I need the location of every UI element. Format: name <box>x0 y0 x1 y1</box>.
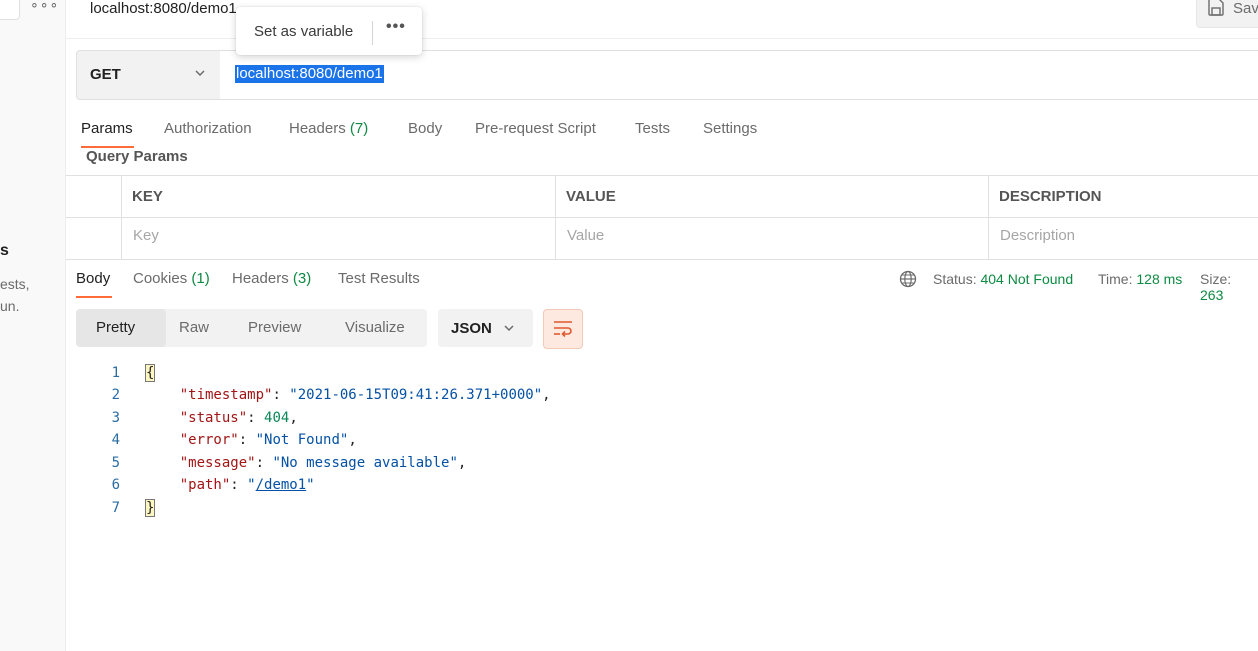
time-value: 128 ms <box>1136 271 1183 287</box>
close-brace: } <box>144 499 156 517</box>
code-line[interactable]: "timestamp": "2021-06-15T09:41:26.371+00… <box>146 387 551 403</box>
table-column-divider <box>121 175 122 259</box>
tab-pre-request-script[interactable]: Pre-request Script <box>475 120 596 137</box>
format-value: JSON <box>451 320 492 337</box>
table-column-divider <box>555 175 556 259</box>
cookies-count: (1) <box>191 270 210 287</box>
tab-tests[interactable]: Tests <box>635 120 670 137</box>
sidebar-more-icon[interactable]: ∘∘∘ <box>30 0 59 13</box>
request-title[interactable]: localhost:8080/demo1 <box>90 0 237 17</box>
method-value: GET <box>90 66 121 83</box>
view-visualize-button[interactable]: Visualize <box>345 319 405 336</box>
path-link[interactable]: /demo1 <box>256 477 307 493</box>
response-tab-test-results[interactable]: Test Results <box>338 270 420 287</box>
tab-authorization[interactable]: Authorization <box>164 120 252 137</box>
view-preview-button[interactable]: Preview <box>248 319 301 336</box>
response-tab-headers[interactable]: Headers (3) <box>232 270 311 287</box>
code-line[interactable]: "status": 404, <box>146 410 298 426</box>
column-header-key: KEY <box>132 188 163 205</box>
status-value: 404 Not Found <box>980 271 1074 287</box>
line-number: 7 <box>111 500 120 516</box>
description-input[interactable]: Description <box>1000 227 1075 244</box>
more-options-icon[interactable]: ••• <box>386 18 406 36</box>
value-input[interactable]: Value <box>567 227 604 244</box>
view-pretty-button[interactable]: Pretty <box>96 319 135 336</box>
table-column-divider <box>988 175 989 259</box>
wrap-lines-icon <box>554 321 572 338</box>
view-raw-button[interactable]: Raw <box>179 319 209 336</box>
code-line[interactable]: "message": "No message available", <box>146 455 467 471</box>
size-value: 263 <box>1200 287 1224 303</box>
line-number: 5 <box>111 455 120 471</box>
active-response-tab-indicator <box>76 296 112 298</box>
code-line[interactable]: "error": "Not Found", <box>146 432 357 448</box>
response-time[interactable]: Time: 128 ms <box>1098 271 1182 287</box>
code-line[interactable]: "path": "/demo1" <box>146 477 315 493</box>
key-input[interactable]: Key <box>133 227 159 244</box>
save-button-label: Sav <box>1233 0 1258 17</box>
response-status[interactable]: Status: 404 Not Found <box>933 271 1073 287</box>
line-number: 3 <box>111 410 120 426</box>
sidebar <box>0 0 66 651</box>
popup-divider <box>372 21 373 45</box>
tab-params[interactable]: Params <box>81 120 133 137</box>
code-line[interactable]: } <box>144 499 156 517</box>
open-brace: { <box>144 364 156 382</box>
url-input-value[interactable]: localhost:8080/demo1 <box>235 65 384 83</box>
tab-settings[interactable]: Settings <box>703 120 757 137</box>
tab-headers[interactable]: Headers (7) <box>289 120 368 137</box>
sidebar-text-partial-1: ests, <box>0 276 30 292</box>
code-line[interactable]: { <box>144 364 156 382</box>
response-tab-body[interactable]: Body <box>76 270 110 287</box>
sidebar-toggle[interactable] <box>0 0 20 20</box>
save-icon <box>1208 0 1224 16</box>
set-as-variable-button[interactable]: Set as variable <box>254 23 353 40</box>
column-header-value: VALUE <box>566 188 616 205</box>
response-size[interactable]: Size: 263 <box>1200 271 1258 303</box>
response-tab-cookies[interactable]: Cookies (1) <box>133 270 210 287</box>
response-headers-count: (3) <box>292 270 312 287</box>
chevron-down-icon <box>504 325 514 332</box>
query-params-title: Query Params <box>86 148 188 165</box>
sidebar-text-partial-2: un. <box>0 298 20 314</box>
line-number: 2 <box>111 387 120 403</box>
line-number: 1 <box>111 365 120 381</box>
chevron-down-icon <box>195 70 205 77</box>
tab-headers-count: (7) <box>349 120 369 137</box>
globe-icon[interactable] <box>899 270 917 288</box>
sidebar-heading-partial: s <box>0 242 9 259</box>
line-number: 4 <box>111 432 120 448</box>
column-header-description: DESCRIPTION <box>999 188 1102 205</box>
table-row-divider <box>66 217 1258 218</box>
tab-body[interactable]: Body <box>408 120 442 137</box>
line-number: 6 <box>111 477 120 493</box>
